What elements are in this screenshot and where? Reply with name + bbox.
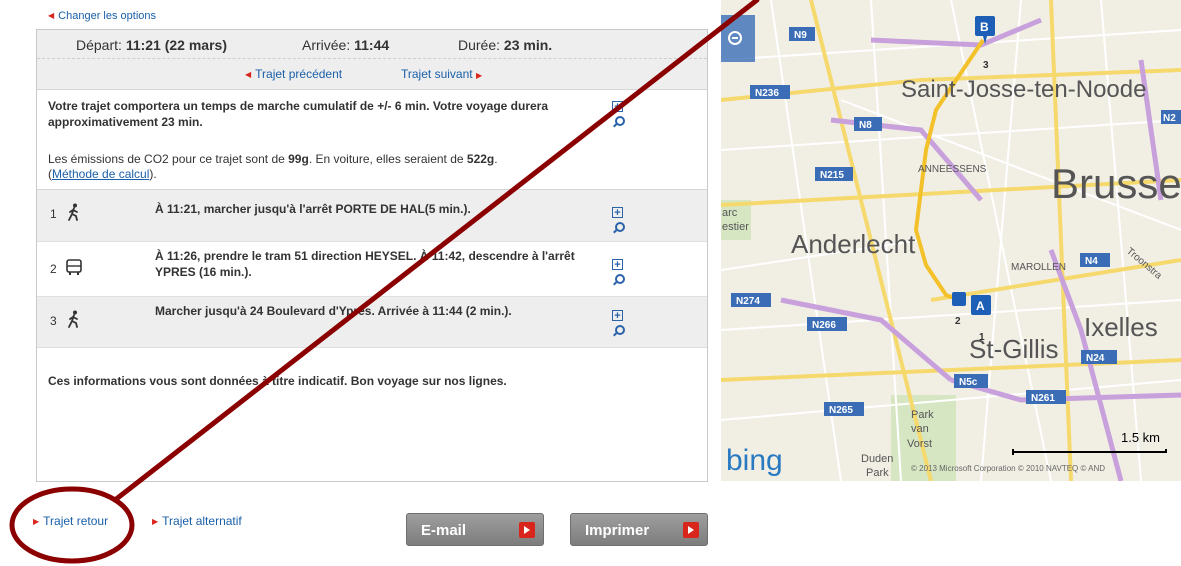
svg-text:Saint-Josse-ten-Noode: Saint-Josse-ten-Noode [901,76,1146,103]
step-row: 3 Marcher jusqu'à 24 Boulevard d'Ypres. … [37,297,707,348]
step-icons: + [612,310,626,337]
svg-text:A: A [976,299,985,313]
svg-text:N5c: N5c [959,377,978,388]
closing-note: Ces informations vous sont données à tit… [48,374,507,388]
svg-text:Vorst: Vorst [907,438,932,450]
step-text: Marcher jusqu'à 24 Boulevard d'Ypres. Ar… [155,304,512,318]
tram-icon [66,259,82,275]
depart-time: Départ: 11:21 (22 mars) [76,37,227,53]
expand-icon[interactable]: + [612,310,623,322]
svg-text:N9: N9 [794,30,807,41]
svg-text:ANNEESSENS: ANNEESSENS [918,164,987,175]
svg-text:van: van [911,423,929,435]
trip-times-bar: Départ: 11:21 (22 mars) Arrivée: 11:44 D… [37,30,707,59]
svg-text:1.5 km: 1.5 km [1121,430,1160,445]
svg-text:MAROLLEN: MAROLLEN [1011,262,1066,273]
svg-text:B: B [980,20,989,34]
svg-text:N261: N261 [1031,393,1055,404]
email-button[interactable]: E-mail [406,513,544,546]
step-text: À 11:26, prendre le tram 51 direction HE… [155,249,575,279]
svg-text:N24: N24 [1086,353,1105,364]
svg-text:N2: N2 [1163,113,1176,124]
step-text: À 11:21, marcher jusqu'à l'arrêt PORTE D… [155,202,471,216]
svg-text:Park: Park [911,409,934,421]
svg-text:N274: N274 [736,296,760,307]
duree-time: Durée: 23 min. [458,37,553,53]
step-row: 1 À 11:21, marcher jusqu'à l'arrêt PORTE… [37,190,707,242]
next-trip-link[interactable]: Trajet suivant ▶ [401,67,482,81]
itinerary-panel: Départ: 11:21 (22 mars) Arrivée: 11:44 D… [36,29,708,482]
route-map[interactable]: N9 N236 N8 N2 N215 N274 N266 N4 N24 N5c … [721,0,1181,481]
zoom-map-icon[interactable] [612,274,625,286]
alternative-trip-link[interactable]: Trajet alternatif [152,514,242,528]
svg-text:3: 3 [983,60,989,71]
expand-icon[interactable]: + [612,259,623,271]
trip-summary: Votre trajet comportera un temps de marc… [37,90,707,190]
print-button[interactable]: Imprimer [570,513,708,546]
trip-navigation: Trajet précédent Trajet suivant ▶ [37,59,707,90]
svg-text:Brusse: Brusse [1051,160,1181,207]
step-number: 2 [50,262,57,276]
arrow-icon [683,522,699,538]
step-icons: + [612,259,626,286]
step-row: 2 À 11:26, prendre le tram 51 direction … [37,242,707,297]
expand-icon[interactable]: + [612,101,623,113]
svg-text:bing: bing [726,444,783,477]
svg-text:Ixelles: Ixelles [1084,312,1158,342]
arrow-icon [519,522,535,538]
arrivee-time: Arrivée: 11:44 [302,37,390,53]
svg-text:arc: arc [722,207,738,219]
svg-text:Park: Park [866,467,889,479]
zoom-map-icon[interactable] [612,222,625,234]
svg-text:Anderlecht: Anderlecht [791,229,916,259]
summary-icons: + [612,101,626,128]
svg-text:N265: N265 [829,405,853,416]
svg-text:N8: N8 [859,120,872,131]
svg-text:Duden: Duden [861,453,893,465]
svg-text:© 2013 Microsoft Corporation: © 2013 Microsoft Corporation © 2010 NAVT… [911,464,1105,473]
co2-summary-text: Les émissions de CO2 pour ce trajet sont… [48,152,498,181]
step-number: 3 [50,314,57,328]
return-trip-link[interactable]: Trajet retour [33,514,108,528]
step-icons: + [612,207,626,234]
zoom-map-icon[interactable] [612,325,625,337]
svg-text:N266: N266 [812,320,836,331]
svg-text:N215: N215 [820,170,844,181]
map-canvas: N9 N236 N8 N2 N215 N274 N266 N4 N24 N5c … [721,0,1181,481]
previous-trip-link[interactable]: Trajet précédent [245,67,342,81]
svg-text:2: 2 [955,316,961,327]
step-number: 1 [50,207,57,221]
expand-icon[interactable]: + [612,207,623,219]
walk-icon [68,310,78,328]
svg-text:N236: N236 [755,88,779,99]
walk-summary-text: Votre trajet comportera un temps de marc… [48,99,549,129]
changer-options-link[interactable]: Changer les options [48,10,156,22]
method-link[interactable]: Méthode de calcul [52,167,149,181]
walk-icon [68,203,78,221]
svg-text:1: 1 [979,332,985,343]
zoom-map-icon[interactable] [612,116,625,128]
svg-text:N4: N4 [1085,256,1098,267]
next-arrow-icon: ▶ [475,71,483,80]
svg-text:estier: estier [722,221,749,233]
